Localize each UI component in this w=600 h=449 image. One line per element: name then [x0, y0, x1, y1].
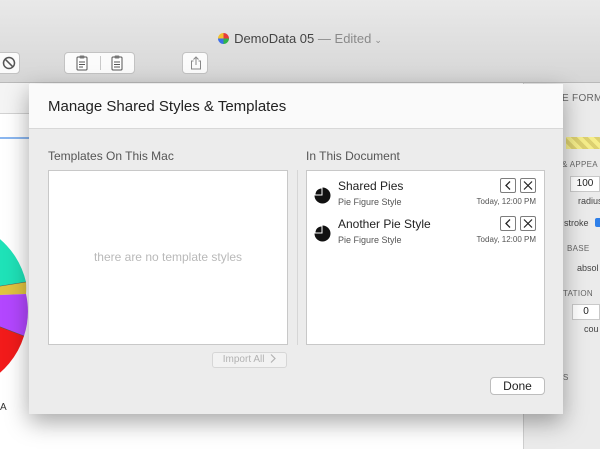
clipboard-copy-icon[interactable]	[75, 55, 89, 71]
style-type: Pie Figure Style	[338, 197, 402, 207]
chevron-left-icon	[505, 181, 511, 190]
no-entry-icon	[2, 56, 16, 70]
export-style-button[interactable]	[500, 178, 516, 193]
style-name: Shared Pies	[338, 179, 404, 193]
share-icon	[191, 56, 201, 70]
radius-label: radius	[578, 196, 600, 206]
in-document-heading: In This Document	[306, 149, 400, 163]
manage-styles-sheet: Manage Shared Styles & Templates Templat…	[29, 84, 563, 414]
window-titlebar: DemoData 05 — Edited ⌄	[0, 0, 600, 83]
inspector-section-format: E FORM	[562, 93, 600, 104]
inspector-section-appearance: & APPEA	[562, 160, 598, 169]
ruler	[0, 83, 30, 114]
document-name: DemoData 05	[234, 31, 315, 46]
list-item[interactable]: Another Pie Style Pie Figure Style Today…	[307, 216, 544, 252]
delete-style-button[interactable]	[520, 216, 536, 231]
chevron-right-icon	[270, 354, 277, 363]
templates-mac-list[interactable]: there are no template styles	[48, 170, 288, 345]
inspector-section-base: BASE	[567, 244, 590, 253]
canvas-label: A	[0, 402, 7, 413]
window-title[interactable]: DemoData 05 — Edited ⌄	[0, 31, 600, 46]
style-clipboard-group	[64, 52, 135, 74]
fill-swatch[interactable]	[566, 137, 600, 149]
edited-status: — Edited	[317, 31, 372, 46]
stroke-label: stroke	[564, 218, 589, 228]
document-icon	[218, 33, 230, 44]
pie-style-icon	[314, 225, 331, 242]
document-styles-list[interactable]: Shared Pies Pie Figure Style Today, 12:0…	[306, 170, 545, 345]
close-icon	[523, 219, 533, 228]
list-item[interactable]: Shared Pies Pie Figure Style Today, 12:0…	[307, 178, 544, 214]
rotation-label: cou	[584, 324, 599, 334]
column-divider	[297, 170, 298, 345]
empty-templates-message: there are no template styles	[93, 250, 243, 264]
style-type: Pie Figure Style	[338, 235, 402, 245]
sheet-title: Manage Shared Styles & Templates	[48, 98, 287, 115]
stop-button[interactable]	[0, 52, 20, 74]
inspector-section-s: S	[563, 373, 569, 382]
share-button[interactable]	[182, 52, 208, 74]
done-button[interactable]: Done	[490, 377, 545, 395]
radius-field[interactable]: 100	[570, 176, 600, 192]
stroke-checkbox[interactable]	[595, 218, 600, 227]
import-all-label: Import All	[222, 354, 265, 365]
base-value[interactable]: absol	[577, 263, 599, 273]
style-date: Today, 12:00 PM	[476, 197, 536, 206]
import-all-button[interactable]: Import All	[212, 352, 287, 368]
delete-style-button[interactable]	[520, 178, 536, 193]
style-date: Today, 12:00 PM	[476, 235, 536, 244]
templates-mac-heading: Templates On This Mac	[48, 149, 174, 163]
style-name: Another Pie Style	[338, 217, 431, 231]
inspector-section-rotation: TATION	[563, 289, 593, 298]
chevron-down-icon[interactable]: ⌄	[374, 35, 382, 45]
pie-style-icon	[314, 187, 331, 204]
chevron-left-icon	[505, 219, 511, 228]
close-icon	[523, 181, 533, 190]
rotation-field[interactable]: 0	[572, 304, 600, 320]
sheet-header: Manage Shared Styles & Templates	[29, 84, 563, 129]
clipboard-paste-icon[interactable]	[110, 55, 124, 71]
selection-highlight	[0, 137, 30, 139]
export-style-button[interactable]	[500, 216, 516, 231]
